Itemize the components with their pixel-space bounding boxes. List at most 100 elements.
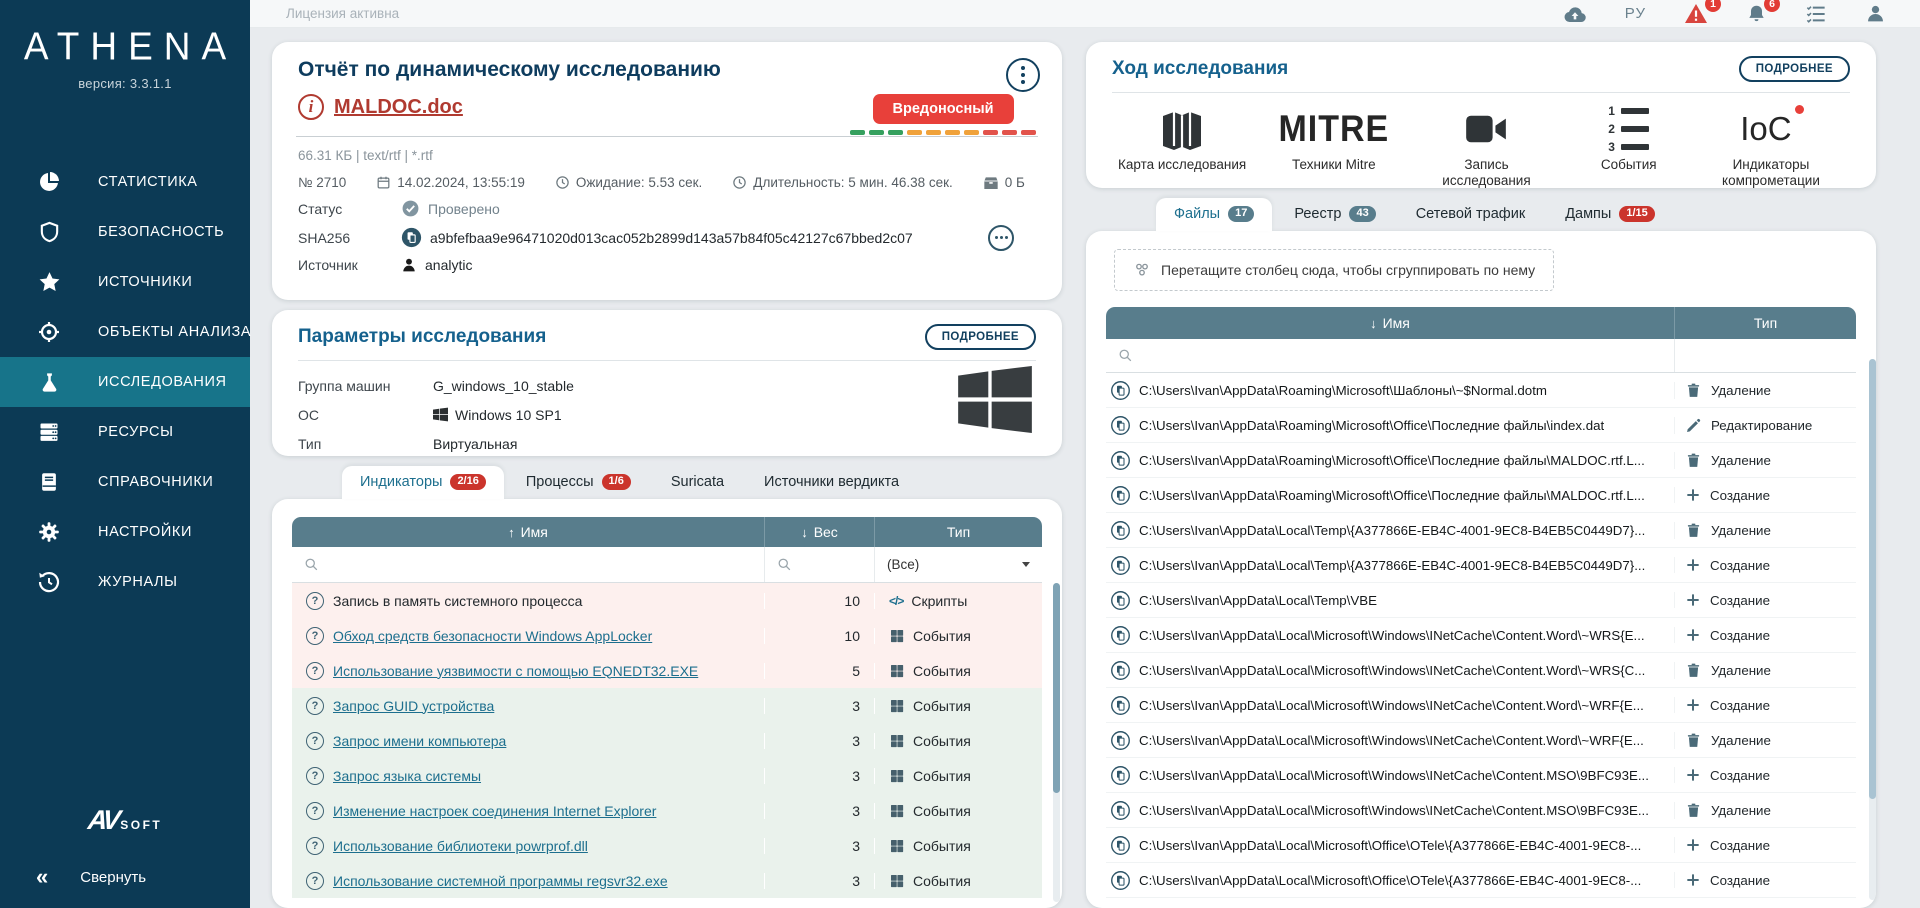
language-switcher[interactable]: РУ [1625,5,1646,22]
copy-icon[interactable] [1110,765,1131,786]
column-header-type[interactable]: Тип [874,517,1042,547]
collapse-sidebar-button[interactable]: « Свернуть [0,864,250,908]
shortcut-research-map[interactable]: Карта исследования [1118,103,1246,173]
copy-icon[interactable] [1110,450,1131,471]
column-header-weight[interactable]: ↓Вес [764,517,874,547]
topbar: Лицензия активна РУ 1 6 [250,0,1920,28]
sidebar-item-investigations[interactable]: ИССЛЕДОВАНИЯ [0,357,250,407]
file-row[interactable]: C:\Users\Ivan\AppData\Roaming\Microsoft\… [1106,478,1856,513]
type-filter-dropdown[interactable]: (Все) [874,547,1042,582]
type-filter-cell[interactable] [1674,339,1856,372]
params-card: Параметры исследования ПОДРОБНЕЕ Группа … [272,310,1062,456]
file-row[interactable]: C:\Users\Ivan\AppData\Local\Microsoft\Of… [1106,863,1856,898]
file-row[interactable]: C:\Users\Ivan\AppData\Local\Microsoft\Wi… [1106,653,1856,688]
tab[interactable]: Файлы 17 [1156,198,1272,231]
copy-icon[interactable] [1110,870,1131,891]
indicator-name-cell[interactable]: ? Использование библиотеки powrprof.dll [292,837,764,855]
file-row[interactable]: C:\Users\Ivan\AppData\Local\Microsoft\Wi… [1106,723,1856,758]
name-filter-input[interactable] [292,547,764,582]
file-row[interactable]: C:\Users\Ivan\AppData\Local\Temp\VBE Соз… [1106,583,1856,618]
tab[interactable]: Процессы 1/6 [508,466,649,499]
column-header-name[interactable]: ↑Имя [292,517,764,547]
indicator-name-cell[interactable]: ? Запрос языка системы [292,767,764,785]
tab[interactable]: Индикаторы 2/16 [342,466,504,499]
copy-icon[interactable] [401,227,422,248]
file-path-cell: C:\Users\Ivan\AppData\Local\Temp\VBE [1106,590,1674,611]
column-header-name[interactable]: ↓Имя [1106,307,1674,339]
sidebar-item-references[interactable]: СПРАВОЧНИКИ [0,457,250,507]
sha-more-button[interactable] [988,225,1014,251]
alerts-button[interactable]: 1 [1684,3,1708,24]
column-header-type[interactable]: Тип [1674,307,1856,339]
sidebar-item-analysis-objects[interactable]: ОБЪЕКТЫ АНАЛИЗА [0,307,250,357]
copy-icon[interactable] [1110,660,1131,681]
file-row[interactable]: C:\Users\Ivan\AppData\Local\Microsoft\Wi… [1106,618,1856,653]
indicator-weight-cell: 3 [764,838,874,854]
sidebar-item-security[interactable]: БЕЗОПАСНОСТЬ [0,207,250,257]
copy-icon[interactable] [1110,485,1131,506]
shortcut-mitre-techniques[interactable]: MITRE Техники Mitre [1278,103,1389,173]
sidebar-item-label: РЕСУРСЫ [98,424,174,440]
indicator-name-cell[interactable]: ? Обход средств безопасности Windows App… [292,627,764,645]
sidebar-item-journals[interactable]: ЖУРНАЛЫ [0,557,250,607]
file-row[interactable]: C:\Users\Ivan\AppData\Local\Microsoft\Wi… [1106,758,1856,793]
verdict-badge[interactable]: Вредоносный [873,94,1014,124]
report-menu-button[interactable] [1006,58,1040,92]
indicators-scrollbar[interactable] [1053,583,1060,902]
shortcut-events[interactable]: 123 События [1584,103,1674,173]
file-row[interactable]: C:\Users\Ivan\AppData\Roaming\Microsoft\… [1106,443,1856,478]
user-menu-button[interactable] [1865,3,1886,24]
tab[interactable]: Suricata [653,466,742,499]
file-row[interactable]: C:\Users\Ivan\AppData\Roaming\Microsoft\… [1106,408,1856,443]
indicator-weight-cell: 3 [764,698,874,714]
copy-icon[interactable] [1110,415,1131,436]
tab[interactable]: Источники вердикта [746,466,917,499]
file-row[interactable]: C:\Users\Ivan\AppData\Local\Temp\{A37786… [1106,513,1856,548]
indicator-name-cell[interactable]: ? Изменение настроек соединения Internet… [292,802,764,820]
sidebar-item-settings[interactable]: НАСТРОЙКИ [0,507,250,557]
indicator-name-cell[interactable]: ? Использование системной программы regs… [292,872,764,890]
info-icon[interactable]: i [298,94,324,120]
params-more-button[interactable]: ПОДРОБНЕЕ [925,324,1036,350]
sidebar-item-sources[interactable]: ИСТОЧНИКИ [0,257,250,307]
sidebar-item-statistics[interactable]: СТАТИСТИКА [0,157,250,207]
file-row[interactable]: C:\Users\Ivan\AppData\Local\Microsoft\Wi… [1106,793,1856,828]
progress-shortcuts: Карта исследования MITRE Техники Mitre З… [1112,93,1850,188]
file-row[interactable]: C:\Users\Ivan\AppData\Local\Temp\{A37786… [1106,548,1856,583]
task-list-button[interactable] [1805,4,1827,24]
copy-icon[interactable] [1110,625,1131,646]
weight-filter-input[interactable] [764,547,874,582]
files-scrollbar[interactable] [1869,359,1876,900]
copy-icon[interactable] [1110,835,1131,856]
file-row[interactable]: C:\Users\Ivan\AppData\Roaming\Microsoft\… [1106,373,1856,408]
copy-icon[interactable] [1110,590,1131,611]
indicator-name-cell[interactable]: ? Запись в память системного процесса [292,592,764,610]
copy-icon[interactable] [1110,520,1131,541]
file-row[interactable]: C:\Users\Ivan\AppData\Local\Microsoft\Wi… [1106,688,1856,723]
progress-more-button[interactable]: ПОДРОБНЕЕ [1739,56,1850,82]
shortcut-research-recording[interactable]: Запись исследования [1421,103,1551,188]
name-filter-input[interactable] [1106,339,1674,372]
copy-icon[interactable] [1110,800,1131,821]
map-icon [1158,103,1206,155]
cloud-upload-button[interactable] [1563,5,1587,23]
tab-badge: 43 [1349,206,1375,222]
copy-icon[interactable] [1110,730,1131,751]
sidebar-item-resources[interactable]: РЕСУРСЫ [0,407,250,457]
indicator-name-cell[interactable]: ? Запрос GUID устройства [292,697,764,715]
group-by-dropzone[interactable]: Перетащите столбец сюда, чтобы сгруппиро… [1114,249,1554,291]
notifications-button[interactable]: 6 [1746,3,1767,25]
question-icon: ? [306,627,324,645]
shortcut-ioc[interactable]: IoC Индикаторы компрометации [1706,103,1836,188]
copy-icon[interactable] [1110,695,1131,716]
indicator-name-cell[interactable]: ? Запрос имени компьютера [292,732,764,750]
tab[interactable]: Реестр 43 [1276,198,1393,231]
indicator-name-cell[interactable]: ? Использование уязвимости с помощью EQN… [292,662,764,680]
file-row[interactable]: C:\Users\Ivan\AppData\Local\Microsoft\Of… [1106,828,1856,863]
tab[interactable]: Сетевой трафик [1398,198,1543,231]
copy-icon[interactable] [1110,555,1131,576]
tab[interactable]: Дампы 1/15 [1547,198,1673,231]
report-file-link[interactable]: MALDOC.doc [334,96,463,119]
athena-logo: ATHENA [0,25,250,69]
copy-icon[interactable] [1110,380,1131,401]
